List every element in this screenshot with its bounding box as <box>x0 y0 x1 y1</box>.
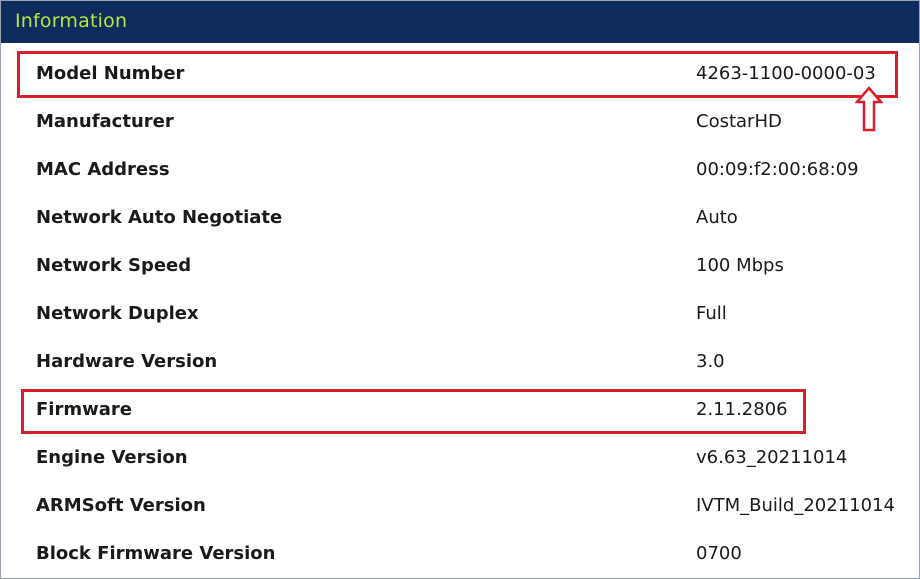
info-value: IVTM_Build_20211014 <box>696 495 895 516</box>
info-label: Network Duplex <box>36 303 199 324</box>
info-value: CostarHD <box>696 111 782 132</box>
info-value: 00:09:f2:00:68:09 <box>696 159 859 180</box>
info-label: Hardware Version <box>36 351 218 372</box>
info-value: 3.0 <box>696 351 725 372</box>
info-label: Network Auto Negotiate <box>36 207 283 228</box>
info-value: 100 Mbps <box>696 255 784 276</box>
info-label: Engine Version <box>36 447 188 468</box>
up-arrow-outline-icon <box>855 86 883 132</box>
info-label: ARMSoft Version <box>36 495 206 516</box>
panel-title: Information <box>15 10 128 32</box>
info-row-network-auto-negotiate: Network Auto Negotiate Auto <box>1 194 919 242</box>
info-row-armsoft-version: ARMSoft Version IVTM_Build_20211014 <box>1 482 919 530</box>
info-row-manufacturer: Manufacturer CostarHD <box>1 98 919 146</box>
info-value: Auto <box>696 207 738 228</box>
info-row-mac-address: MAC Address 00:09:f2:00:68:09 <box>1 146 919 194</box>
highlight-box-model-number <box>17 51 898 98</box>
info-row-hardware-version: Hardware Version 3.0 <box>1 338 919 386</box>
panel-header: Information <box>1 1 919 43</box>
info-label: Network Speed <box>36 255 192 276</box>
info-list: Model Number 4263-1100-0000-03 Manufactu… <box>1 50 919 578</box>
info-row-network-speed: Network Speed 100 Mbps <box>1 242 919 290</box>
info-row-block-firmware-version: Block Firmware Version 0700 <box>1 530 919 578</box>
info-row-engine-version: Engine Version v6.63_20211014 <box>1 434 919 482</box>
info-label: Manufacturer <box>36 111 174 132</box>
info-label: MAC Address <box>36 159 170 180</box>
info-row-network-duplex: Network Duplex Full <box>1 290 919 338</box>
info-value: Full <box>696 303 727 324</box>
info-value: v6.63_20211014 <box>696 447 848 468</box>
info-value: 0700 <box>696 543 742 564</box>
highlight-box-firmware <box>21 389 806 434</box>
info-label: Block Firmware Version <box>36 543 276 564</box>
